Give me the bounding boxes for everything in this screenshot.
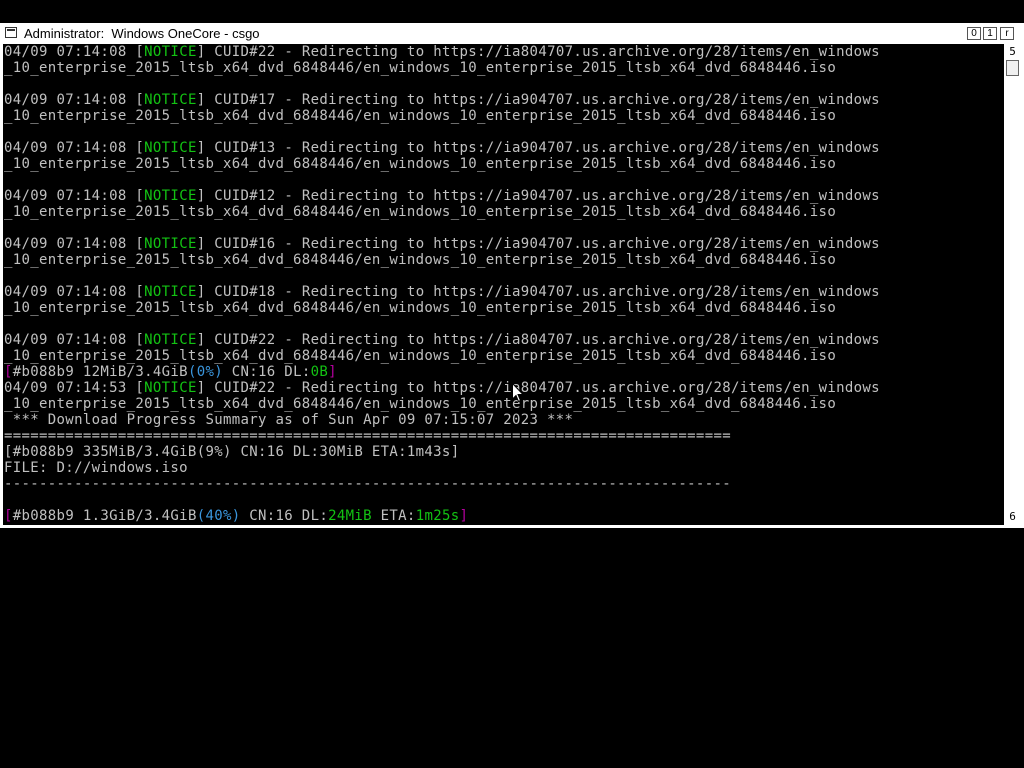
separator-double: ========================================… [4,428,731,444]
progress-line: [#b088b9 12MiB/3.4GiB(0%) CN:16 DL:0B] [4,364,337,380]
log-line-wrap: _10_enterprise_2015_ltsb_x64_dvd_6848446… [4,348,837,364]
maximize-button[interactable]: 1 [983,27,997,40]
summary-header: *** Download Progress Summary as of Sun … [4,412,574,428]
log-line: 04/09 07:14:08 [NOTICE] CUID#17 - Redire… [4,92,880,108]
log-line-wrap: _10_enterprise_2015_ltsb_x64_dvd_6848446… [4,108,837,124]
log-line: 04/09 07:14:53 [NOTICE] CUID#22 - Redire… [4,380,880,396]
progress-line: [#b088b9 1.3GiB/3.4GiB(40%) CN:16 DL:24M… [4,508,469,524]
log-line-wrap: _10_enterprise_2015_ltsb_x64_dvd_6848446… [4,60,837,76]
log-line-wrap: _10_enterprise_2015_ltsb_x64_dvd_6848446… [4,204,837,220]
scroll-down-button[interactable]: 6 [1004,509,1021,525]
close-button[interactable]: r [1000,27,1014,40]
log-line-wrap: _10_enterprise_2015_ltsb_x64_dvd_6848446… [4,252,837,268]
file-line: FILE: D://windows.iso [4,460,188,476]
log-line: 04/09 07:14:08 [NOTICE] CUID#18 - Redire… [4,284,880,300]
summary-progress: [#b088b9 335MiB/3.4GiB(9%) CN:16 DL:30Mi… [4,444,460,460]
console-window-icon[interactable] [5,27,17,38]
log-line-wrap: _10_enterprise_2015_ltsb_x64_dvd_6848446… [4,300,837,316]
window-title: Administrator: Windows OneCore - csgo [24,26,260,41]
log-line: 04/09 07:14:08 [NOTICE] CUID#22 - Redire… [4,332,880,348]
log-line: 04/09 07:14:08 [NOTICE] CUID#12 - Redire… [4,188,880,204]
console-output[interactable]: 04/09 07:14:08 [NOTICE] CUID#22 - Redire… [3,44,1004,525]
minimize-button[interactable]: 0 [967,27,981,40]
log-line: 04/09 07:14:08 [NOTICE] CUID#13 - Redire… [4,140,880,156]
log-line-wrap: _10_enterprise_2015_ltsb_x64_dvd_6848446… [4,396,837,412]
log-line: 04/09 07:14:08 [NOTICE] CUID#22 - Redire… [4,44,880,60]
title-bar[interactable]: Administrator: Windows OneCore - csgo 0 … [0,23,1024,43]
vertical-scrollbar[interactable]: 5 6 [1004,44,1021,525]
console-window: Administrator: Windows OneCore - csgo 0 … [0,23,1024,528]
log-line: 04/09 07:14:08 [NOTICE] CUID#16 - Redire… [4,236,880,252]
scroll-up-button[interactable]: 5 [1004,44,1021,60]
log-line-wrap: _10_enterprise_2015_ltsb_x64_dvd_6848446… [4,156,837,172]
scroll-thumb[interactable] [1006,60,1019,76]
separator-single: ----------------------------------------… [4,476,731,492]
